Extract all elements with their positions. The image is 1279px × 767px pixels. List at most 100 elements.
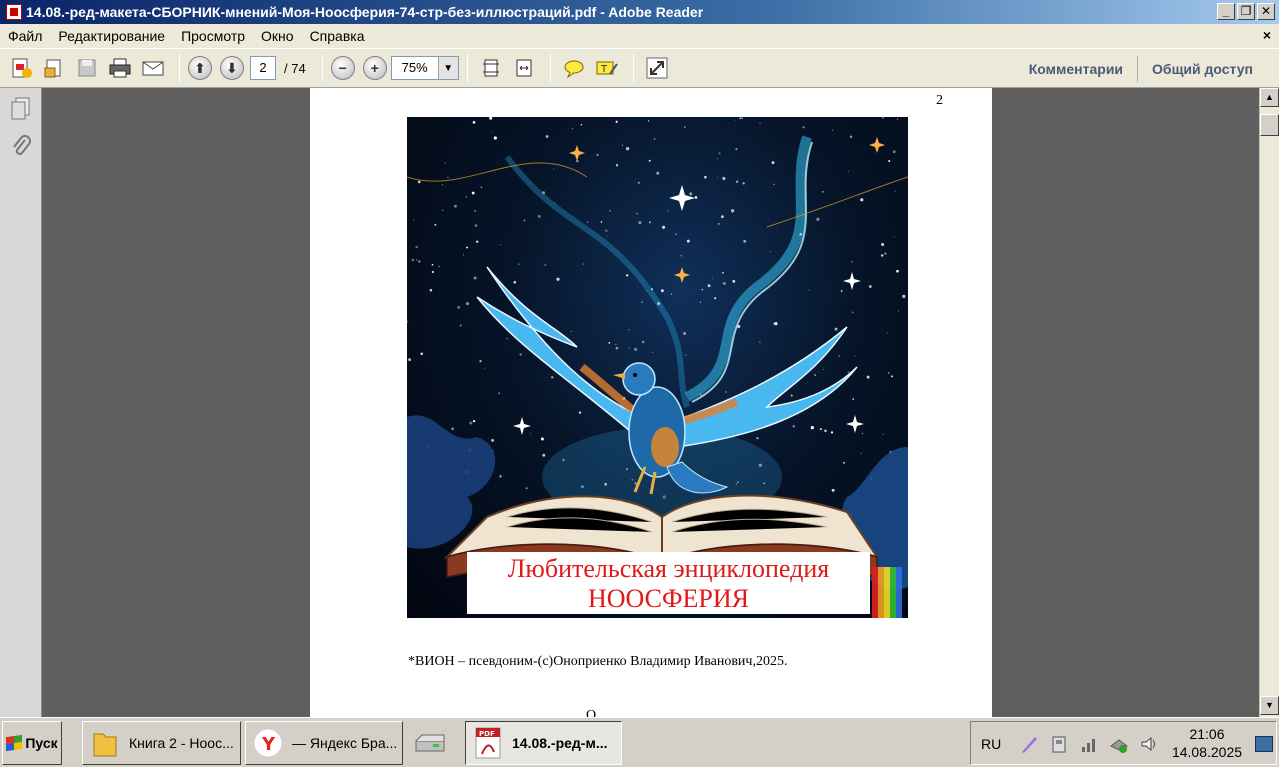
language-indicator[interactable]: RU (981, 736, 1001, 752)
toolbar-separator (466, 54, 468, 82)
zoom-out-button[interactable]: − (330, 56, 355, 80)
star-dot (893, 236, 895, 238)
minimize-button[interactable]: _ (1217, 3, 1235, 20)
star-dot (861, 432, 864, 434)
star-dot (656, 171, 660, 175)
taskbar-item-explorer[interactable]: Книга 2 - Ноос... (82, 721, 241, 765)
star-dot (712, 277, 714, 279)
close-button[interactable]: ✕ (1257, 3, 1275, 20)
star-dot (498, 392, 500, 394)
zoom-select[interactable]: 75% ▼ (390, 56, 459, 80)
clock-date: 14.08.2025 (1171, 744, 1243, 760)
menu-view[interactable]: Просмотр (173, 28, 253, 44)
page-number-input[interactable]: 2 (250, 56, 276, 80)
expand-icon (646, 57, 668, 79)
zoom-in-button[interactable]: + (362, 56, 387, 80)
star-dot (716, 176, 718, 178)
star-dot (530, 433, 532, 435)
star-dot (451, 427, 454, 431)
scroll-down-button[interactable]: ▼ (1260, 696, 1279, 715)
clock[interactable]: 21:06 14.08.2025 (1167, 726, 1247, 760)
star-dot (636, 212, 638, 215)
pen-icon[interactable] (1019, 734, 1039, 754)
star-dot (480, 186, 483, 189)
star-dot (689, 192, 693, 196)
star-dot (707, 284, 711, 288)
star-dot (683, 126, 686, 128)
menu-file[interactable]: Файл (0, 28, 50, 44)
star-dot (802, 126, 805, 129)
menu-help[interactable]: Справка (302, 28, 373, 44)
next-page-button[interactable]: ⬇ (220, 56, 244, 80)
star-dot (743, 239, 747, 243)
taskbar-item-adobe-reader[interactable]: PDF 14.08.-ред-м... (465, 721, 622, 765)
star-dot (714, 297, 717, 300)
taskbar-item-quicklaunch[interactable] (407, 721, 461, 765)
star-dot (431, 270, 434, 274)
star-dot (484, 367, 486, 369)
full-screen-button[interactable] (642, 53, 672, 83)
star-dot (892, 150, 896, 154)
start-button[interactable]: Пуск (2, 721, 62, 765)
star-dot (880, 254, 884, 257)
network-icon[interactable] (1109, 734, 1129, 754)
star-dot (810, 426, 814, 430)
highlight-button[interactable]: T (592, 53, 622, 83)
pages-panel-button[interactable] (9, 96, 33, 120)
fit-width-button[interactable] (509, 53, 539, 83)
toolbar: ⬆ ⬇ 2 / 74 − + 75% ▼ T Комментарии Общий… (0, 48, 1279, 88)
star-dot (596, 153, 599, 157)
toolbar-separator (179, 54, 180, 82)
create-pdf-button[interactable] (6, 53, 36, 83)
scroll-up-button[interactable]: ▲ (1260, 88, 1279, 107)
taskbar-item-label: Книга 2 - Ноос... (129, 735, 234, 751)
star-dot (769, 250, 771, 252)
device-icon[interactable] (1049, 734, 1069, 754)
star-dot (730, 209, 735, 213)
scroll-thumb[interactable] (1260, 114, 1279, 136)
start-label: Пуск (25, 735, 58, 751)
share-link[interactable]: Общий доступ (1138, 61, 1267, 77)
restore-button[interactable]: ❐ (1237, 3, 1255, 20)
fit-page-button[interactable] (476, 53, 506, 83)
star-dot (641, 301, 643, 303)
fit-page-icon (482, 59, 499, 77)
signal-icon[interactable] (1079, 734, 1099, 754)
save-button[interactable] (72, 53, 102, 83)
close-document-button[interactable]: × (1263, 27, 1271, 43)
star-dot (472, 419, 476, 423)
email-button[interactable] (138, 53, 168, 83)
star-dot (413, 219, 415, 221)
open-button[interactable] (39, 53, 69, 83)
menu-edit[interactable]: Редактирование (50, 28, 173, 44)
star-dot (551, 376, 554, 379)
star-dot (637, 181, 640, 184)
star-dot (418, 260, 421, 263)
taskbar: Пуск Книга 2 - Ноос... Y — Яндекс Бра...… (0, 717, 1279, 767)
previous-page-button[interactable]: ⬆ (188, 56, 212, 80)
speaker-icon[interactable] (1139, 734, 1159, 754)
attachments-panel-button[interactable] (9, 134, 33, 158)
star-dot (662, 225, 666, 229)
star-dot (854, 355, 856, 357)
vertical-scrollbar[interactable]: ▲ ▼ (1259, 88, 1279, 717)
taskbar-item-browser[interactable]: Y — Яндекс Бра... (245, 721, 403, 765)
print-button[interactable] (105, 53, 135, 83)
document-view[interactable]: 2 Любительская энциклопедия НООСФЕРИЯ *В… (42, 88, 1259, 717)
star-dot (816, 217, 820, 221)
star-dot (523, 219, 526, 222)
star-dot (479, 360, 482, 363)
menu-window[interactable]: Окно (253, 28, 302, 44)
star-dot (615, 164, 619, 167)
star-dot (685, 354, 687, 356)
pages-icon (11, 97, 29, 120)
show-desktop-icon[interactable] (1255, 736, 1273, 752)
star-dot (416, 259, 418, 261)
add-comment-button[interactable] (559, 53, 589, 83)
star-dot (628, 329, 630, 331)
svg-text:PDF: PDF (479, 730, 495, 738)
comments-link[interactable]: Комментарии (1015, 61, 1137, 77)
chevron-down-icon[interactable]: ▼ (437, 57, 458, 79)
folder-icon (89, 727, 121, 759)
star-dot (556, 277, 560, 281)
